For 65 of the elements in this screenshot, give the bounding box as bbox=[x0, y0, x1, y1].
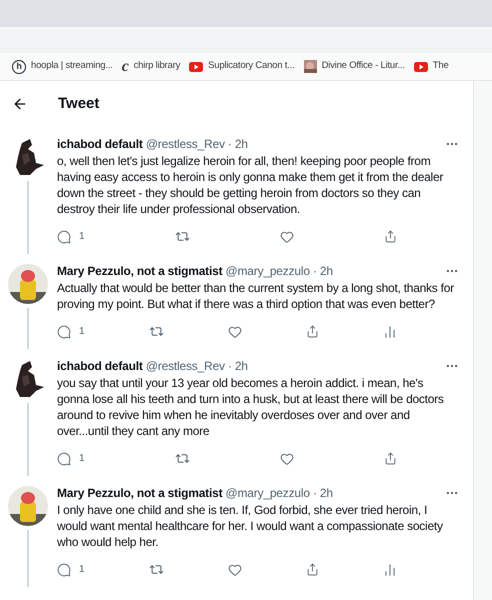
avatar bbox=[8, 486, 48, 526]
tweet-time[interactable]: · 2h bbox=[312, 486, 333, 500]
share-icon bbox=[384, 452, 397, 465]
author-handle[interactable]: @restless_Rev bbox=[146, 137, 225, 151]
retweet-button[interactable] bbox=[148, 324, 164, 339]
tweet-text: I only have one child and she is ten. If, God forbid, she ever tried heroin, I would want mental healthcare for her. I would want a compassionate society who would help her. bbox=[57, 502, 444, 550]
like-button[interactable] bbox=[228, 562, 242, 576]
author-name[interactable]: Mary Pezzulo, not a stigmatist bbox=[57, 264, 222, 278]
tweet-text: o, well then let's just legalize heroin for all, then! keeping poor people from having easy access to heroin is only gonna make them get it from the dealer down the street - they should be getting heroin from doctors so they can destroy their life under professional observation. bbox=[57, 153, 444, 217]
tweet-text: Actually that would be better than the current system by a long shot, thanks for proving my point. But what if there was a third option that was even better? bbox=[57, 280, 455, 312]
play-icon bbox=[189, 62, 204, 72]
share-button[interactable] bbox=[384, 230, 397, 243]
heart-icon bbox=[228, 562, 242, 576]
like-button[interactable] bbox=[280, 230, 294, 244]
back-button[interactable] bbox=[12, 96, 28, 112]
avatar bbox=[8, 264, 48, 304]
reply-button[interactable]: 1 bbox=[57, 324, 85, 339]
retweet-icon bbox=[148, 324, 164, 339]
author-name[interactable]: Mary Pezzulo, not a stigmatist bbox=[57, 486, 222, 500]
share-button[interactable] bbox=[384, 452, 397, 465]
bar-chart-icon bbox=[383, 324, 397, 338]
tweet-time[interactable]: · 2h bbox=[228, 137, 248, 151]
speech-bubble-icon bbox=[57, 324, 71, 338]
author-handle[interactable]: @mary_pezzulo bbox=[226, 486, 310, 500]
heart-icon bbox=[228, 324, 242, 338]
share-icon bbox=[384, 230, 397, 243]
hoopla-icon: h bbox=[12, 60, 26, 74]
bookmark-link[interactable]: The bbox=[414, 59, 449, 74]
like-button[interactable] bbox=[228, 324, 242, 338]
share-button[interactable] bbox=[306, 325, 319, 338]
retweet-button[interactable] bbox=[174, 451, 190, 466]
speech-bubble-icon bbox=[57, 230, 71, 244]
retweet-button[interactable] bbox=[148, 562, 164, 577]
tweet-time[interactable]: · 2h bbox=[228, 359, 248, 373]
reply-button[interactable]: 1 bbox=[57, 451, 85, 466]
play-icon bbox=[414, 62, 428, 72]
bar-chart-icon bbox=[383, 562, 397, 576]
chirp-icon: c bbox=[122, 58, 129, 74]
retweet-button[interactable] bbox=[174, 229, 190, 244]
author-handle[interactable]: @restless_Rev bbox=[146, 359, 225, 373]
author-name[interactable]: ichabod default bbox=[57, 137, 143, 151]
bookmark-link[interactable]: h hoopla | streaming... bbox=[12, 59, 113, 74]
share-icon bbox=[306, 563, 319, 576]
heart-icon bbox=[280, 230, 294, 244]
analytics-button[interactable] bbox=[383, 562, 397, 576]
retweet-icon bbox=[148, 562, 164, 577]
reply-button[interactable]: 1 bbox=[57, 562, 85, 577]
speech-bubble-icon bbox=[57, 562, 71, 576]
heart-icon bbox=[280, 452, 294, 466]
analytics-button[interactable] bbox=[383, 324, 397, 338]
like-button[interactable] bbox=[280, 452, 294, 466]
bookmark-link[interactable]: c chirp library bbox=[122, 58, 180, 74]
tweet-text: you say that until your 13 year old becomes a heroin addict. i mean, he's gonna lose all his teeth and turn into a husk, but at least there will be doctors around to revive him when he inevitably overdoses over and over and over...until they cant any more bbox=[57, 375, 445, 439]
tweet-time[interactable]: · 2h bbox=[312, 264, 333, 278]
share-button[interactable] bbox=[306, 563, 319, 576]
page-title: Tweet bbox=[58, 94, 100, 114]
reply-button[interactable]: 1 bbox=[57, 229, 85, 244]
retweet-icon bbox=[174, 229, 190, 244]
bookmark-link[interactable]: Suplicatory Canon t... bbox=[189, 59, 295, 74]
author-name[interactable]: ichabod default bbox=[57, 359, 143, 373]
author-handle[interactable]: @mary_pezzulo bbox=[226, 264, 310, 278]
share-icon bbox=[306, 325, 319, 338]
retweet-icon bbox=[174, 451, 190, 466]
bookmark-link[interactable]: Divine Office - Litur... bbox=[304, 59, 405, 74]
speech-bubble-icon bbox=[57, 452, 71, 466]
